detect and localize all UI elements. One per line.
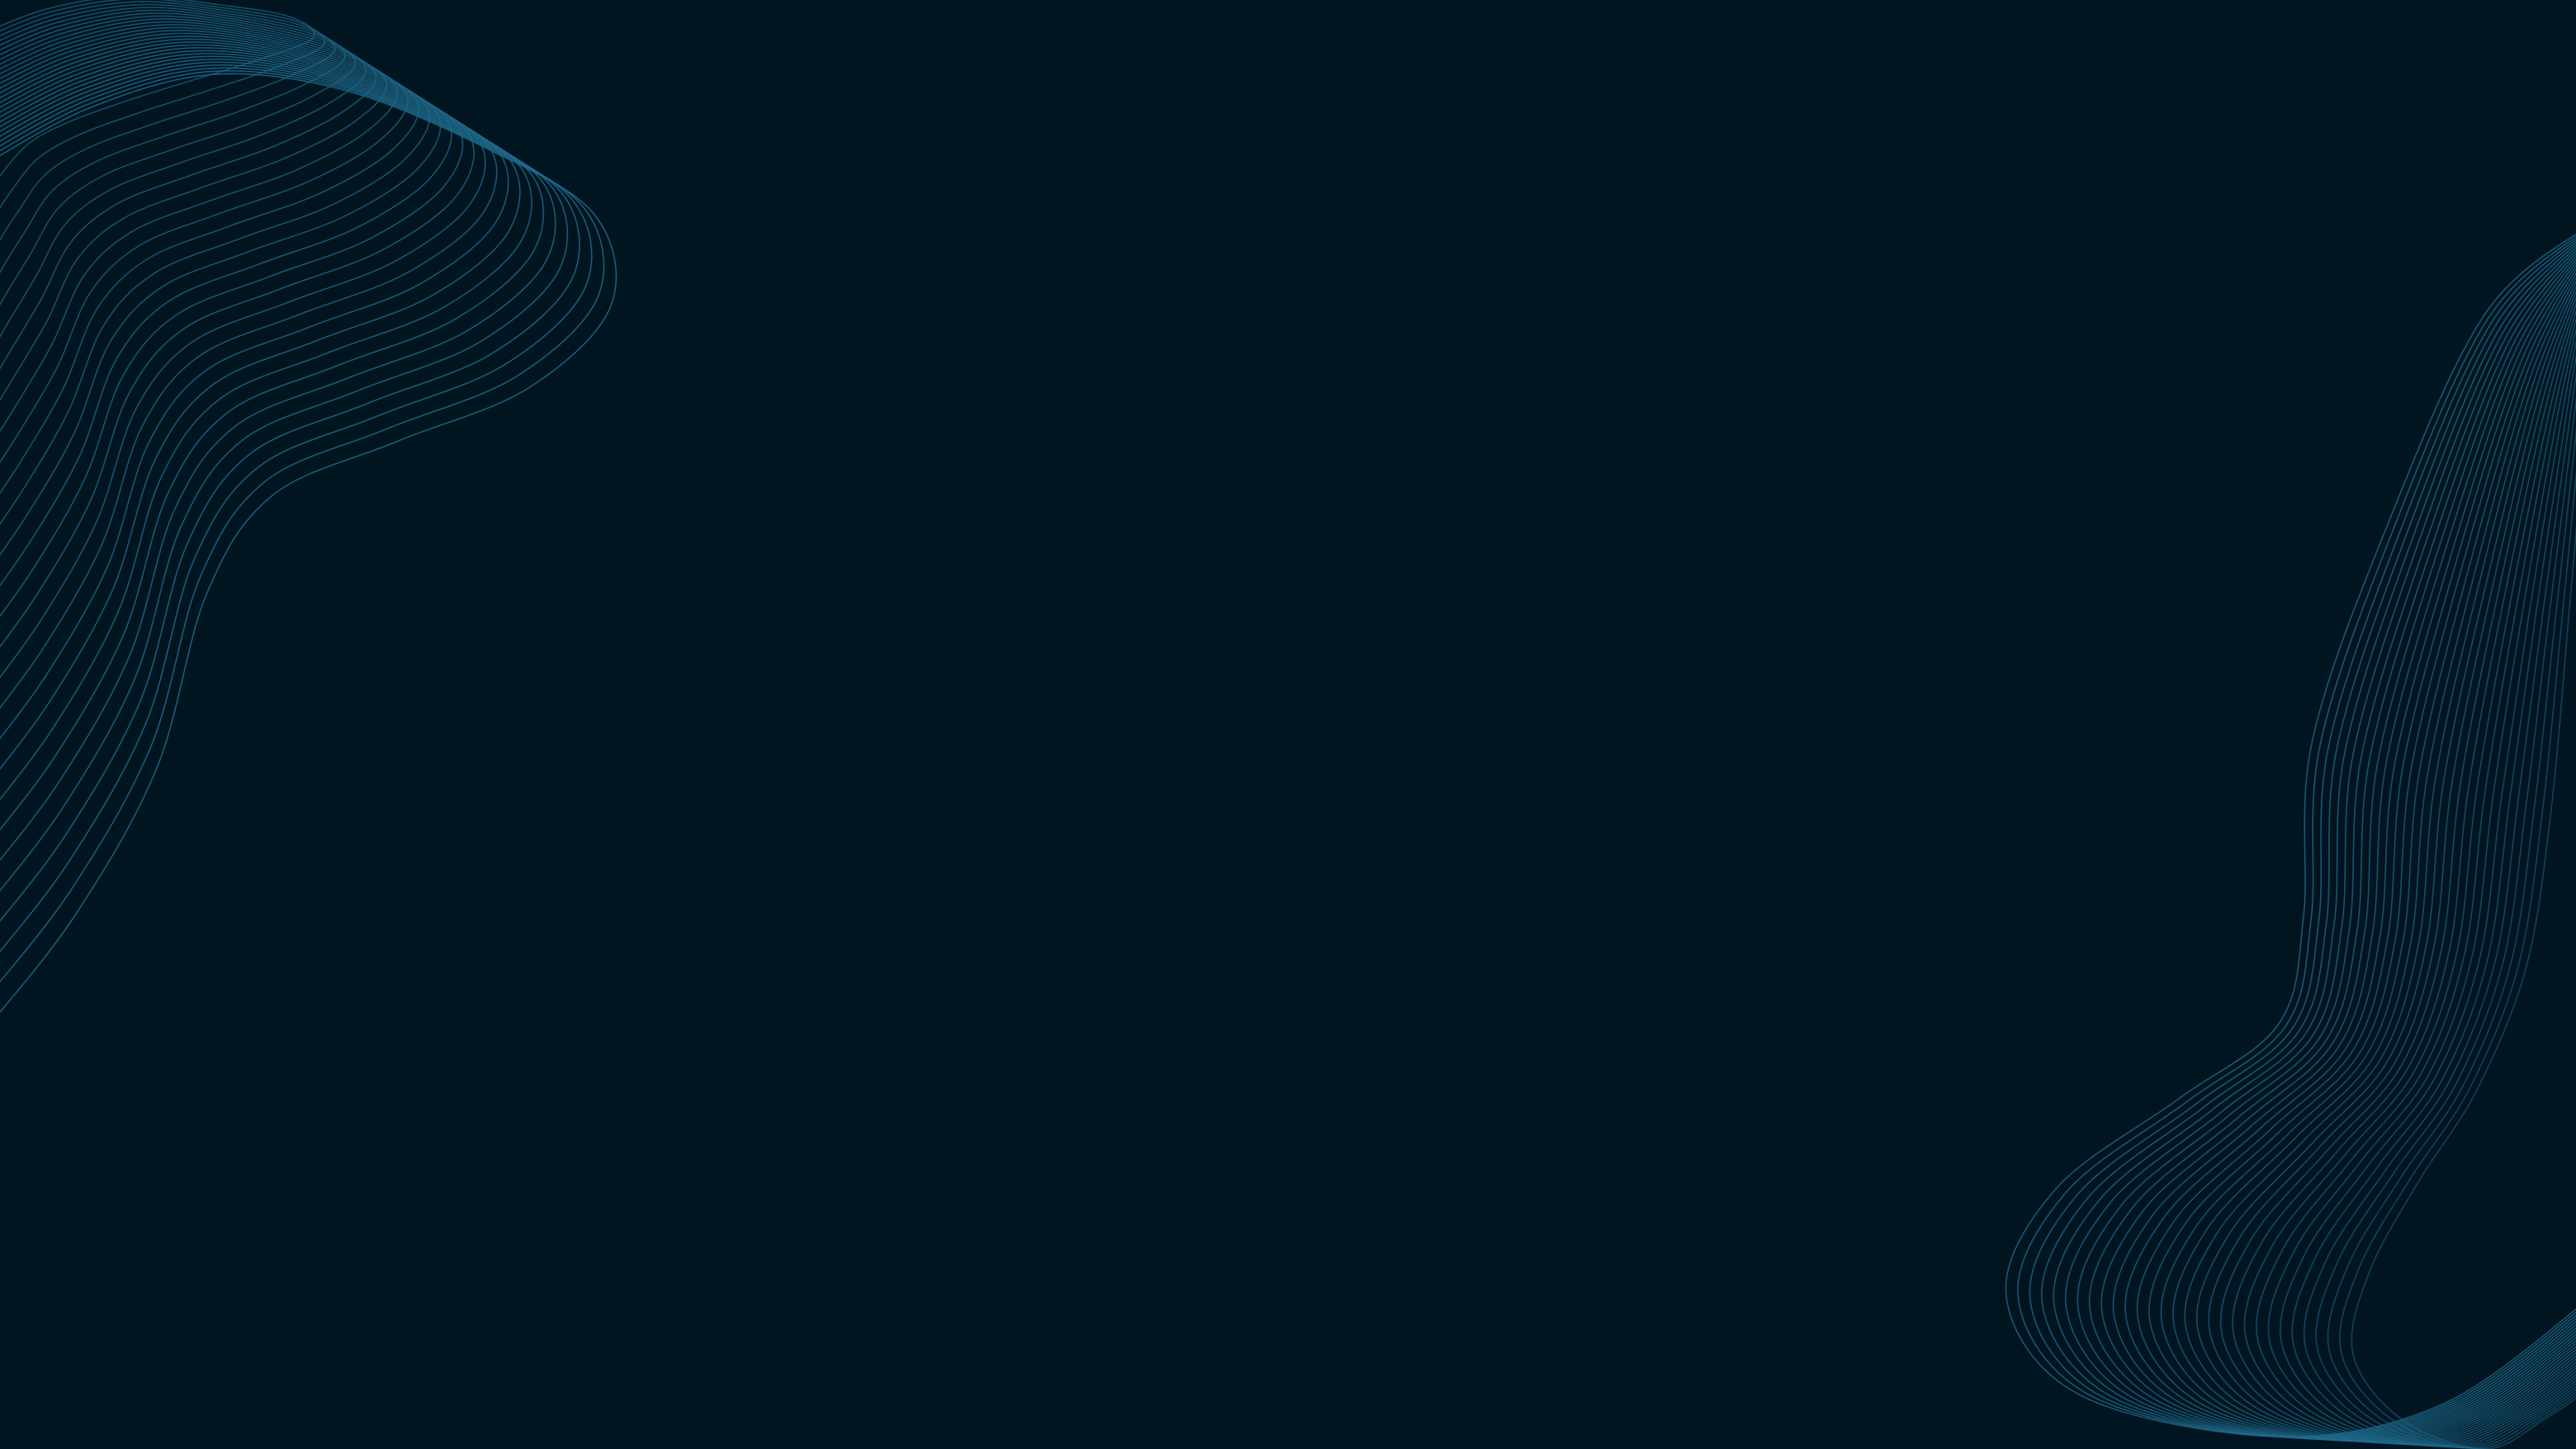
bottom-right-wave-contours-line — [2088, 252, 2576, 1441]
bottom-right-wave-contours-line — [2053, 244, 2576, 1439]
bottom-right-wave-contours-line — [2267, 327, 2576, 1447]
top-left-wave-contours-line — [0, 55, 545, 831]
bottom-right-wave-contours-line — [2029, 238, 2576, 1438]
bottom-right-wave-contours-line — [2232, 301, 2576, 1446]
bottom-right-wave-contours-line — [2184, 280, 2576, 1444]
bottom-right-wave-contours-line — [2339, 471, 2576, 1449]
top-left-wave — [0, 0, 618, 1014]
top-left-wave-contours-line — [0, 24, 419, 495]
bottom-right-wave-contours-line — [2172, 276, 2576, 1444]
top-left-wave-contours-line — [0, 69, 605, 983]
bottom-right-wave — [2005, 233, 2576, 1449]
top-left-wave-contours-line — [0, 59, 556, 861]
top-left-wave-contours-line — [0, 32, 452, 587]
top-left-wave-contours-line — [0, 53, 533, 801]
top-left-wave-contours-line — [0, 61, 569, 892]
bottom-right-wave-contours-line — [2112, 258, 2576, 1442]
bottom-right-wave-contours-line — [2041, 241, 2576, 1439]
top-left-wave-contours-line — [0, 73, 618, 1014]
bottom-right-wave-contours-line — [2160, 272, 2576, 1443]
top-left-wave-contours-line — [0, 44, 498, 709]
bottom-right-wave-contours-line — [2243, 309, 2576, 1447]
bottom-right-wave-contours-line — [2005, 233, 2576, 1437]
top-left-wave-contours-line — [0, 64, 580, 922]
background-canvas — [0, 0, 2576, 1449]
wave-decoration — [0, 0, 2576, 1449]
